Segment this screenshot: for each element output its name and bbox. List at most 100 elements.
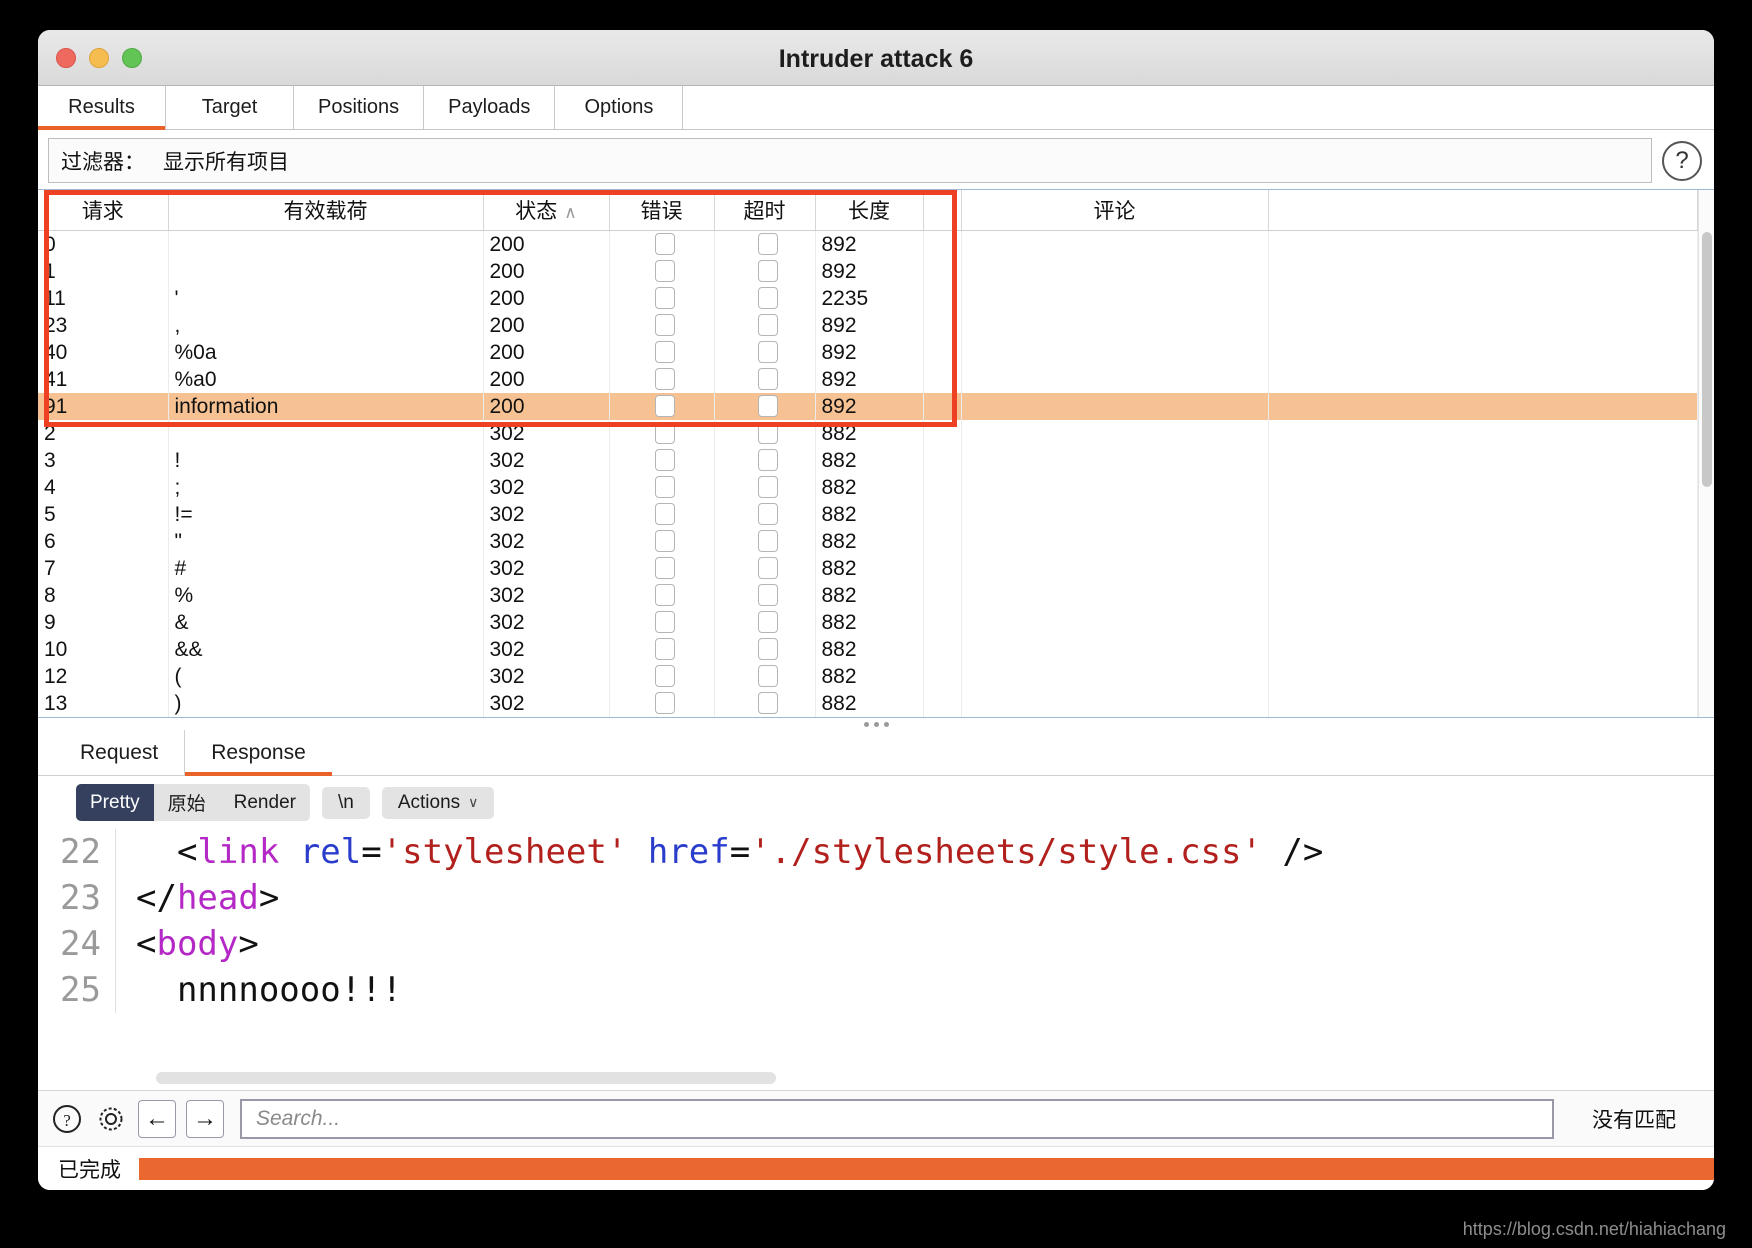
table-row[interactable]: 7 #302 882 (38, 554, 1698, 582)
filter-bar[interactable]: 过滤器： 显示所有项目 (48, 138, 1652, 183)
column-header-request[interactable]: 请求 (38, 190, 169, 231)
table-row[interactable]: 4; 302 882 (38, 473, 1698, 501)
table-row[interactable]: 91 information 200 892 (38, 392, 1698, 420)
checkbox-icon[interactable] (757, 233, 778, 255)
table-row[interactable]: 5 != 302 882 (38, 500, 1698, 528)
filter-help-icon[interactable]: ? (1662, 140, 1702, 181)
checkbox-icon[interactable] (757, 584, 778, 606)
table-row[interactable]: 10 && 302 882 (38, 635, 1698, 663)
checkbox-icon[interactable] (654, 557, 675, 579)
cell-timeout[interactable] (714, 338, 816, 366)
table-row[interactable]: 11 ' 200 2235 (38, 284, 1698, 312)
table-row[interactable]: 3! 302 882 (38, 446, 1698, 474)
column-header-timeout[interactable]: 超时 (714, 190, 816, 231)
checkbox-icon[interactable] (757, 368, 778, 390)
search-previous-button[interactable]: ← (138, 1099, 176, 1138)
panel-splitter-handle[interactable] (38, 717, 1714, 730)
checkbox-icon[interactable] (654, 665, 675, 687)
table-row[interactable]: 40 %0a 200 892 (38, 338, 1698, 366)
checkbox-icon[interactable] (654, 476, 675, 498)
checkbox-icon[interactable] (654, 611, 675, 633)
cell-timeout[interactable] (714, 257, 816, 285)
cell-timeout[interactable] (714, 527, 816, 555)
cell-error[interactable] (609, 419, 715, 447)
cell-error[interactable] (609, 635, 715, 663)
column-header-error[interactable]: 错误 (609, 190, 715, 231)
cell-timeout[interactable] (714, 392, 816, 420)
search-next-button[interactable]: → (186, 1099, 224, 1138)
table-row[interactable]: 9 & 302 882 (38, 608, 1698, 636)
checkbox-icon[interactable] (654, 395, 675, 417)
newline-toggle-button[interactable]: \n (321, 786, 370, 819)
cell-timeout[interactable] (714, 446, 816, 474)
cell-timeout[interactable] (714, 608, 816, 636)
cell-timeout[interactable] (714, 365, 816, 393)
cell-error[interactable] (609, 284, 715, 312)
checkbox-icon[interactable] (654, 530, 675, 552)
checkbox-icon[interactable] (757, 692, 778, 714)
checkbox-icon[interactable] (757, 287, 778, 309)
tab-options[interactable]: Options (555, 86, 684, 129)
checkbox-icon[interactable] (757, 665, 778, 687)
cell-error[interactable] (609, 662, 715, 690)
cell-timeout[interactable] (714, 662, 816, 690)
checkbox-icon[interactable] (654, 503, 675, 525)
checkbox-icon[interactable] (654, 638, 675, 660)
checkbox-icon[interactable] (757, 503, 778, 525)
tab-positions[interactable]: Positions (294, 86, 425, 129)
cell-error[interactable] (609, 338, 715, 366)
table-row[interactable]: 6 " 302 882 (38, 527, 1698, 555)
checkbox-icon[interactable] (757, 638, 778, 660)
view-mode-pretty[interactable]: Pretty (76, 784, 154, 821)
results-vertical-scrollbar[interactable] (1698, 190, 1714, 717)
search-input[interactable]: Search... (240, 1098, 1554, 1139)
checkbox-icon[interactable] (654, 422, 675, 444)
cell-error[interactable] (609, 473, 715, 501)
results-table-scroll[interactable]: 请求 有效载荷 状态 ∧ 错误 超时 长度 评论 0 200 892 1 200 892 11… (38, 190, 1698, 717)
column-header-length[interactable]: 长度 (815, 190, 924, 231)
table-row[interactable]: 1 200 892 (38, 257, 1698, 285)
checkbox-icon[interactable] (654, 368, 675, 390)
tab-target[interactable]: Target (166, 86, 294, 129)
response-code-viewer[interactable]: 22 <link rel='stylesheet' href='./styles… (38, 829, 1714, 1090)
checkbox-icon[interactable] (757, 530, 778, 552)
cell-timeout[interactable] (714, 689, 816, 717)
table-row[interactable]: 12(302 882 (38, 662, 1698, 690)
results-scrollbar-thumb[interactable] (1702, 232, 1712, 487)
table-row[interactable]: 23, 200 892 (38, 311, 1698, 339)
checkbox-icon[interactable] (757, 611, 778, 633)
column-header-status[interactable]: 状态 ∧ (483, 190, 610, 231)
cell-error[interactable] (609, 500, 715, 528)
cell-timeout[interactable] (714, 554, 816, 582)
cell-timeout[interactable] (714, 284, 816, 312)
table-row[interactable]: 13) 302 882 (38, 689, 1698, 717)
checkbox-icon[interactable] (654, 260, 675, 282)
checkbox-icon[interactable] (757, 395, 778, 417)
column-header-comment[interactable]: 评论 (961, 190, 1269, 231)
cell-error[interactable] (609, 365, 715, 393)
cell-timeout[interactable] (714, 581, 816, 609)
view-mode-render[interactable]: Render (220, 784, 310, 821)
checkbox-icon[interactable] (757, 314, 778, 336)
table-row[interactable]: 0 200 892 (38, 230, 1698, 258)
checkbox-icon[interactable] (757, 260, 778, 282)
tab-payloads[interactable]: Payloads (424, 86, 556, 129)
actions-button[interactable]: Actions ∨ (381, 786, 495, 819)
checkbox-icon[interactable] (757, 449, 778, 471)
cell-timeout[interactable] (714, 635, 816, 663)
cell-error[interactable] (609, 311, 715, 339)
checkbox-icon[interactable] (654, 692, 675, 714)
checkbox-icon[interactable] (654, 584, 675, 606)
checkbox-icon[interactable] (654, 341, 675, 363)
cell-timeout[interactable] (714, 230, 816, 258)
gear-icon[interactable] (94, 1102, 128, 1136)
cell-error[interactable] (609, 446, 715, 474)
checkbox-icon[interactable] (757, 341, 778, 363)
tab-results[interactable]: Results (38, 86, 166, 130)
checkbox-icon[interactable] (654, 449, 675, 471)
cell-error[interactable] (609, 581, 715, 609)
checkbox-icon[interactable] (757, 422, 778, 444)
cell-timeout[interactable] (714, 473, 816, 501)
table-row[interactable]: 8% 302 882 (38, 581, 1698, 609)
checkbox-icon[interactable] (654, 287, 675, 309)
